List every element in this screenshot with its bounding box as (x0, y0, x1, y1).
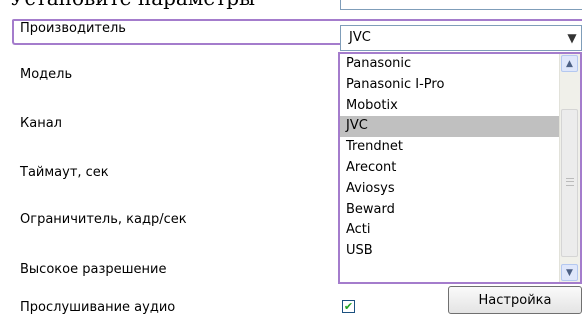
manufacturer-row-highlight-line (347, 19, 582, 21)
manufacturer-dropdown-list[interactable]: Panasonic Panasonic I-Pro Mobotix JVC Trendn… (338, 52, 582, 284)
checkmark-icon: ✔ (343, 300, 354, 313)
dropdown-option[interactable]: Aviosys (340, 179, 560, 200)
fps-limit-label: Ограничитель, кадр/сек (20, 212, 187, 227)
chevron-down-icon[interactable]: ▼ (563, 26, 581, 50)
dropdown-option[interactable]: Acti (340, 220, 560, 241)
channel-label: Канал (20, 116, 62, 131)
manufacturer-select-value: JVC (349, 30, 371, 45)
audio-listening-label: Прослушивание аудио (20, 300, 176, 315)
high-resolution-label: Высокое разрешение (20, 262, 167, 277)
manufacturer-label: Производитель (20, 21, 126, 36)
dropdown-option[interactable]: JVC (340, 116, 560, 138)
scroll-down-arrow-icon[interactable]: ▼ (561, 264, 578, 281)
dropdown-option[interactable]: Mobotix (340, 96, 560, 117)
partial-heading: Установите параметры (10, 0, 255, 10)
dropdown-option[interactable]: USB (340, 241, 560, 262)
dropdown-option[interactable]: Arecont (340, 158, 560, 179)
dropdown-option[interactable]: Panasonic I-Pro (340, 75, 560, 96)
scrollbar-grip (566, 178, 574, 186)
model-label: Модель (20, 67, 73, 82)
setup-button[interactable]: Настройка (448, 286, 582, 314)
scrollbar-thumb[interactable] (561, 109, 578, 257)
dropdown-options: Panasonic Panasonic I-Pro Mobotix JVC Trendn… (340, 54, 560, 262)
top-clipped-area: Установите параметры (0, 0, 582, 12)
scroll-up-arrow-icon[interactable]: ▲ (561, 55, 578, 72)
dropdown-scrollbar[interactable]: ▲ ▼ (559, 54, 580, 282)
manufacturer-select[interactable]: JVC ▼ (340, 25, 582, 51)
dropdown-option[interactable]: Trendnet (340, 137, 560, 158)
audio-checkbox[interactable]: ✔ (342, 300, 355, 313)
timeout-label: Таймаут, сек (20, 165, 109, 180)
dropdown-option[interactable]: Panasonic (340, 54, 560, 75)
partial-input-field[interactable] (340, 0, 582, 10)
dropdown-option[interactable]: Beward (340, 200, 560, 221)
